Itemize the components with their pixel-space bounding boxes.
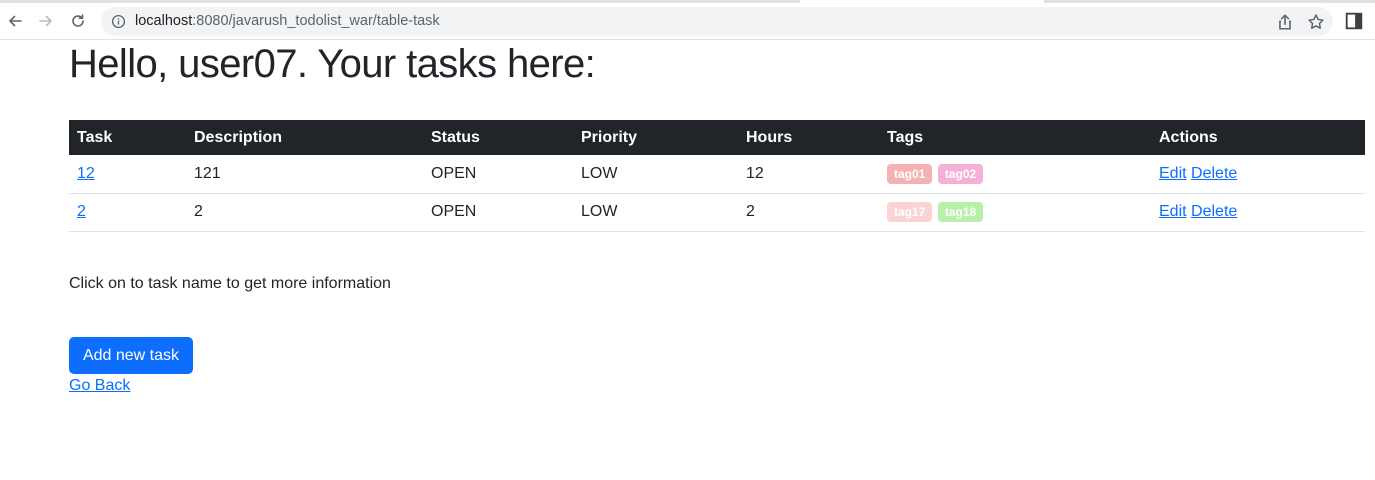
header-task: Task xyxy=(69,120,186,155)
status-cell: OPEN xyxy=(423,193,573,232)
tag-badge: tag01 xyxy=(887,163,933,184)
header-priority: Priority xyxy=(573,120,738,155)
edit-link[interactable]: Edit xyxy=(1159,165,1187,182)
priority-cell: LOW xyxy=(573,193,738,232)
page-title: Hello, user07. Your tasks here: xyxy=(69,42,596,86)
tag-badge: tag17 xyxy=(887,202,933,222)
table-row: 12 121 OPEN LOW 12 tag01 tag02 Edit Dele… xyxy=(69,155,1365,194)
delete-link[interactable]: Delete xyxy=(1191,203,1237,220)
actions-cell: Edit Delete xyxy=(1151,193,1365,232)
address-bar[interactable]: localhost:8080/javarush_todolist_war/tab… xyxy=(101,7,1333,36)
delete-link[interactable]: Delete xyxy=(1191,165,1237,182)
header-actions: Actions xyxy=(1151,120,1365,155)
status-cell: OPEN xyxy=(423,155,573,194)
task-link[interactable]: 12 xyxy=(77,165,95,182)
header-hours: Hours xyxy=(738,120,879,155)
url-text[interactable]: localhost:8080/javarush_todolist_war/tab… xyxy=(135,13,440,29)
bookmark-star-icon[interactable] xyxy=(1307,13,1325,31)
share-icon[interactable] xyxy=(1276,13,1294,31)
add-new-task-button[interactable]: Add new task xyxy=(69,337,193,374)
help-text: Click on to task name to get more inform… xyxy=(69,275,391,292)
actions-cell: Edit Delete xyxy=(1151,155,1365,194)
side-panel-icon[interactable] xyxy=(1345,12,1363,30)
task-cell: 12 xyxy=(69,155,186,194)
site-info-icon[interactable] xyxy=(111,14,126,29)
tag-badge: tag18 xyxy=(937,202,984,222)
hours-cell: 12 xyxy=(738,155,879,194)
url-host: localhost xyxy=(135,13,193,29)
priority-cell: LOW xyxy=(573,155,738,194)
description-cell: 121 xyxy=(186,155,423,194)
forward-arrow-icon[interactable] xyxy=(34,9,58,33)
back-arrow-icon[interactable] xyxy=(3,9,27,33)
reload-icon[interactable] xyxy=(66,9,90,33)
hours-cell: 2 xyxy=(738,193,879,232)
description-cell: 2 xyxy=(186,193,423,232)
header-tags: Tags xyxy=(879,120,1151,155)
browser-toolbar: localhost:8080/javarush_todolist_war/tab… xyxy=(0,3,1375,40)
tasks-table: Task Description Status Priority Hours T… xyxy=(69,120,1365,232)
edit-link[interactable]: Edit xyxy=(1159,203,1187,220)
task-link[interactable]: 2 xyxy=(77,203,86,220)
tags-cell: tag01 tag02 xyxy=(879,155,1151,194)
header-description: Description xyxy=(186,120,423,155)
tags-cell: tag17 tag18 xyxy=(879,193,1151,232)
header-status: Status xyxy=(423,120,573,155)
task-cell: 2 xyxy=(69,193,186,232)
tag-badge: tag02 xyxy=(937,163,984,184)
table-row: 2 2 OPEN LOW 2 tag17 tag18 Edit Delete xyxy=(69,193,1365,232)
go-back-link[interactable]: Go Back xyxy=(69,377,130,395)
table-header-row: Task Description Status Priority Hours T… xyxy=(69,120,1365,155)
url-path: :8080/javarush_todolist_war/table-task xyxy=(192,13,440,29)
